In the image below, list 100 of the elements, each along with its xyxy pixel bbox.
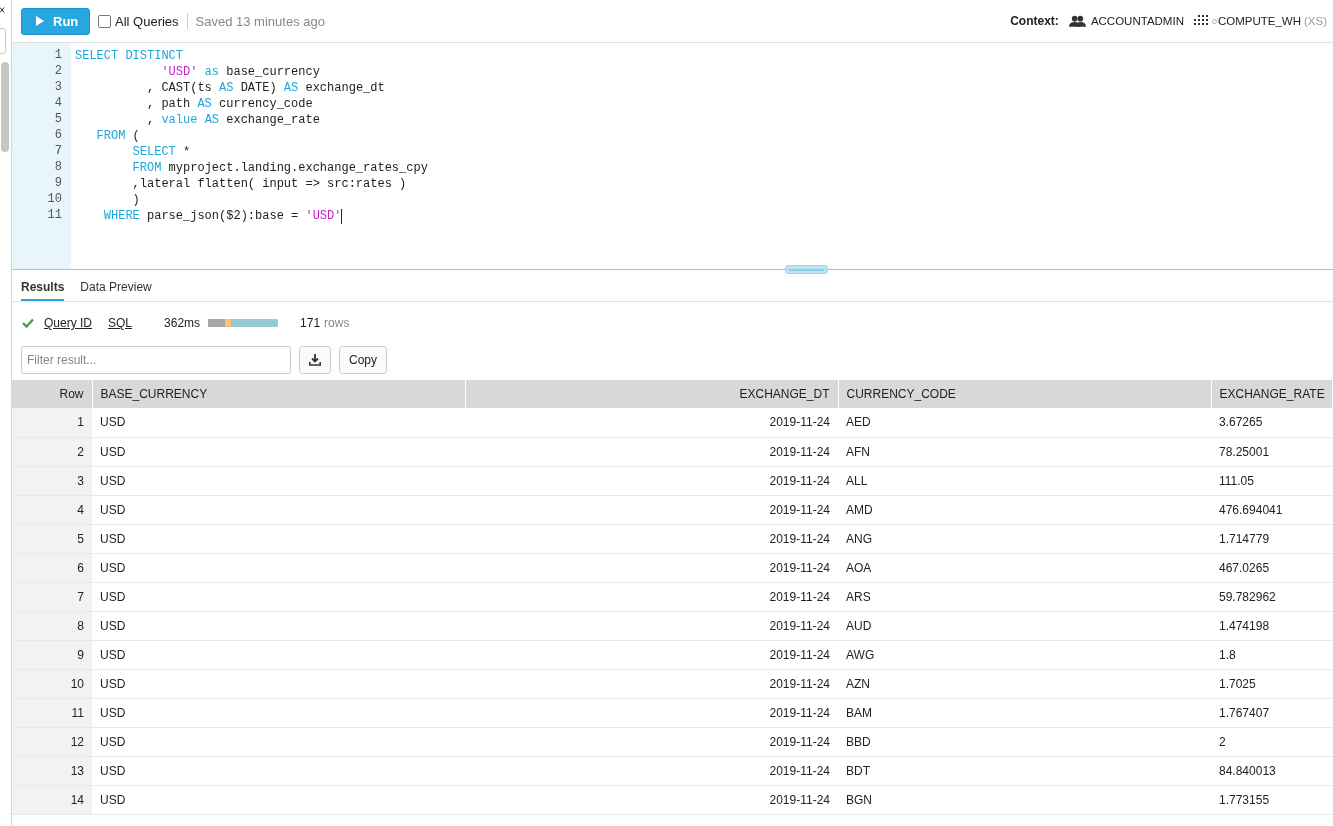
table-cell: USD — [92, 495, 465, 524]
table-cell: USD — [92, 466, 465, 495]
table-cell: 2019-11-24 — [465, 698, 838, 727]
table-cell: 2019-11-24 — [465, 611, 838, 640]
table-cell: 2 — [12, 437, 92, 466]
table-cell: 11 — [12, 698, 92, 727]
check-icon — [22, 318, 34, 328]
table-cell: USD — [92, 582, 465, 611]
table-cell: 1.8 — [1211, 640, 1333, 669]
line-number: 4 — [53, 96, 62, 112]
line-number: 11 — [46, 208, 62, 224]
code-line: SELECT DISTINCT — [75, 48, 185, 64]
line-number: 6 — [53, 128, 62, 144]
column-header[interactable]: EXCHANGE_RATE — [1211, 380, 1333, 408]
code-line: ) — [131, 192, 141, 208]
column-header[interactable]: BASE_CURRENCY — [92, 380, 465, 408]
table-cell: AWG — [838, 640, 1211, 669]
table-cell: USD — [92, 756, 465, 785]
table-cell: 7 — [12, 582, 92, 611]
timing-bar-drawing — [208, 319, 279, 327]
all-queries-checkbox[interactable]: All Queries — [98, 13, 179, 29]
table-cell: 2019-11-24 — [465, 408, 838, 437]
role-name[interactable]: ACCOUNTADMIN — [1090, 15, 1184, 27]
line-number: 5 — [53, 112, 62, 128]
table-cell: AFN — [838, 437, 1211, 466]
table-cell: 1.7025 — [1211, 669, 1333, 698]
table-cell: AMD — [838, 495, 1211, 524]
table-cell: 467.0265 — [1211, 553, 1333, 582]
table-cell: 1.773155 — [1211, 785, 1333, 814]
download-button[interactable] — [299, 346, 331, 374]
warehouse-size: (XS) — [1304, 15, 1327, 27]
table-cell: 9 — [12, 640, 92, 669]
table-cell: USD — [92, 669, 465, 698]
table-cell: AUD — [838, 611, 1211, 640]
code-line: , path AS currency_code — [146, 96, 314, 112]
column-header[interactable]: EXCHANGE_DT — [465, 380, 838, 408]
table-cell: 4 — [12, 495, 92, 524]
table-cell: USD — [92, 524, 465, 553]
warehouse-name[interactable]: COMPUTE_WH — [1217, 15, 1301, 27]
table-cell: AZN — [838, 669, 1211, 698]
table-cell: 2019-11-24 — [465, 669, 838, 698]
table-cell: 2019-11-24 — [465, 785, 838, 814]
table-cell: 78.25001 — [1211, 437, 1333, 466]
code-line: SELECT * — [131, 144, 192, 160]
table-cell: USD — [92, 640, 465, 669]
column-header[interactable]: Row — [12, 380, 92, 408]
table-cell: 111.05 — [1211, 466, 1333, 495]
close-icon[interactable] — [0, 6, 5, 14]
filter-field[interactable]: Filter result... — [21, 346, 291, 374]
code-line: ,lateral flatten( input => src:rates ) — [131, 176, 408, 192]
table-cell: BAM — [838, 698, 1211, 727]
query-id-link[interactable]: Query ID — [44, 316, 92, 330]
table-cell: BDT — [838, 756, 1211, 785]
table-cell: ALL — [838, 466, 1211, 495]
line-number: 9 — [53, 176, 62, 192]
scrollbar-thumb[interactable] — [1, 62, 9, 152]
line-number: 2 — [53, 64, 62, 80]
table-cell: 13 — [12, 756, 92, 785]
table-cell: 2019-11-24 — [465, 727, 838, 756]
table-cell: AOA — [838, 553, 1211, 582]
line-number: 8 — [53, 160, 62, 176]
table-cell: 1.714779 — [1211, 524, 1333, 553]
resize-handle[interactable] — [785, 265, 828, 274]
sql-editor[interactable] — [12, 43, 1333, 270]
table-cell: 2019-11-24 — [465, 582, 838, 611]
sql-link[interactable]: SQL — [108, 316, 133, 330]
table-cell: 10 — [12, 669, 92, 698]
copy-button[interactable]: Copy — [339, 346, 387, 374]
table-cell: 59.782962 — [1211, 582, 1333, 611]
play-icon — [36, 16, 44, 26]
saved-status: Saved 13 minutes ago — [195, 13, 325, 29]
table-cell: USD — [92, 785, 465, 814]
table-cell: 8 — [12, 611, 92, 640]
table-cell: BBD — [838, 727, 1211, 756]
table-cell: 2019-11-24 — [465, 466, 838, 495]
column-header[interactable]: CURRENCY_CODE — [838, 380, 1211, 408]
code-line: FROM ( — [95, 128, 141, 144]
tab[interactable]: Results — [21, 280, 65, 301]
table-cell: 6 — [12, 553, 92, 582]
tab[interactable]: Data Preview — [80, 280, 152, 301]
table-cell: 3 — [12, 466, 92, 495]
table-cell: 2 — [1211, 727, 1333, 756]
table-cell: 1.474198 — [1211, 611, 1333, 640]
table-cell: 84.840013 — [1211, 756, 1333, 785]
table-cell: 1.767407 — [1211, 698, 1333, 727]
table-cell: 2019-11-24 — [465, 495, 838, 524]
table-cell: 2019-11-24 — [465, 553, 838, 582]
code-line: WHERE parse_json($2):base = 'USD' — [102, 208, 344, 224]
table-cell: USD — [92, 553, 465, 582]
line-number: 7 — [53, 144, 62, 160]
table-cell: 3.67265 — [1211, 408, 1333, 437]
table-cell: 2019-11-24 — [465, 756, 838, 785]
table-cell: ANG — [838, 524, 1211, 553]
line-number: 3 — [53, 80, 62, 96]
table-cell: 5 — [12, 524, 92, 553]
line-number: 10 — [46, 192, 62, 208]
status-circle-icon — [1211, 18, 1217, 24]
table-cell: 2019-11-24 — [465, 437, 838, 466]
users-icon — [1068, 15, 1086, 27]
table-cell: 476.694041 — [1211, 495, 1333, 524]
